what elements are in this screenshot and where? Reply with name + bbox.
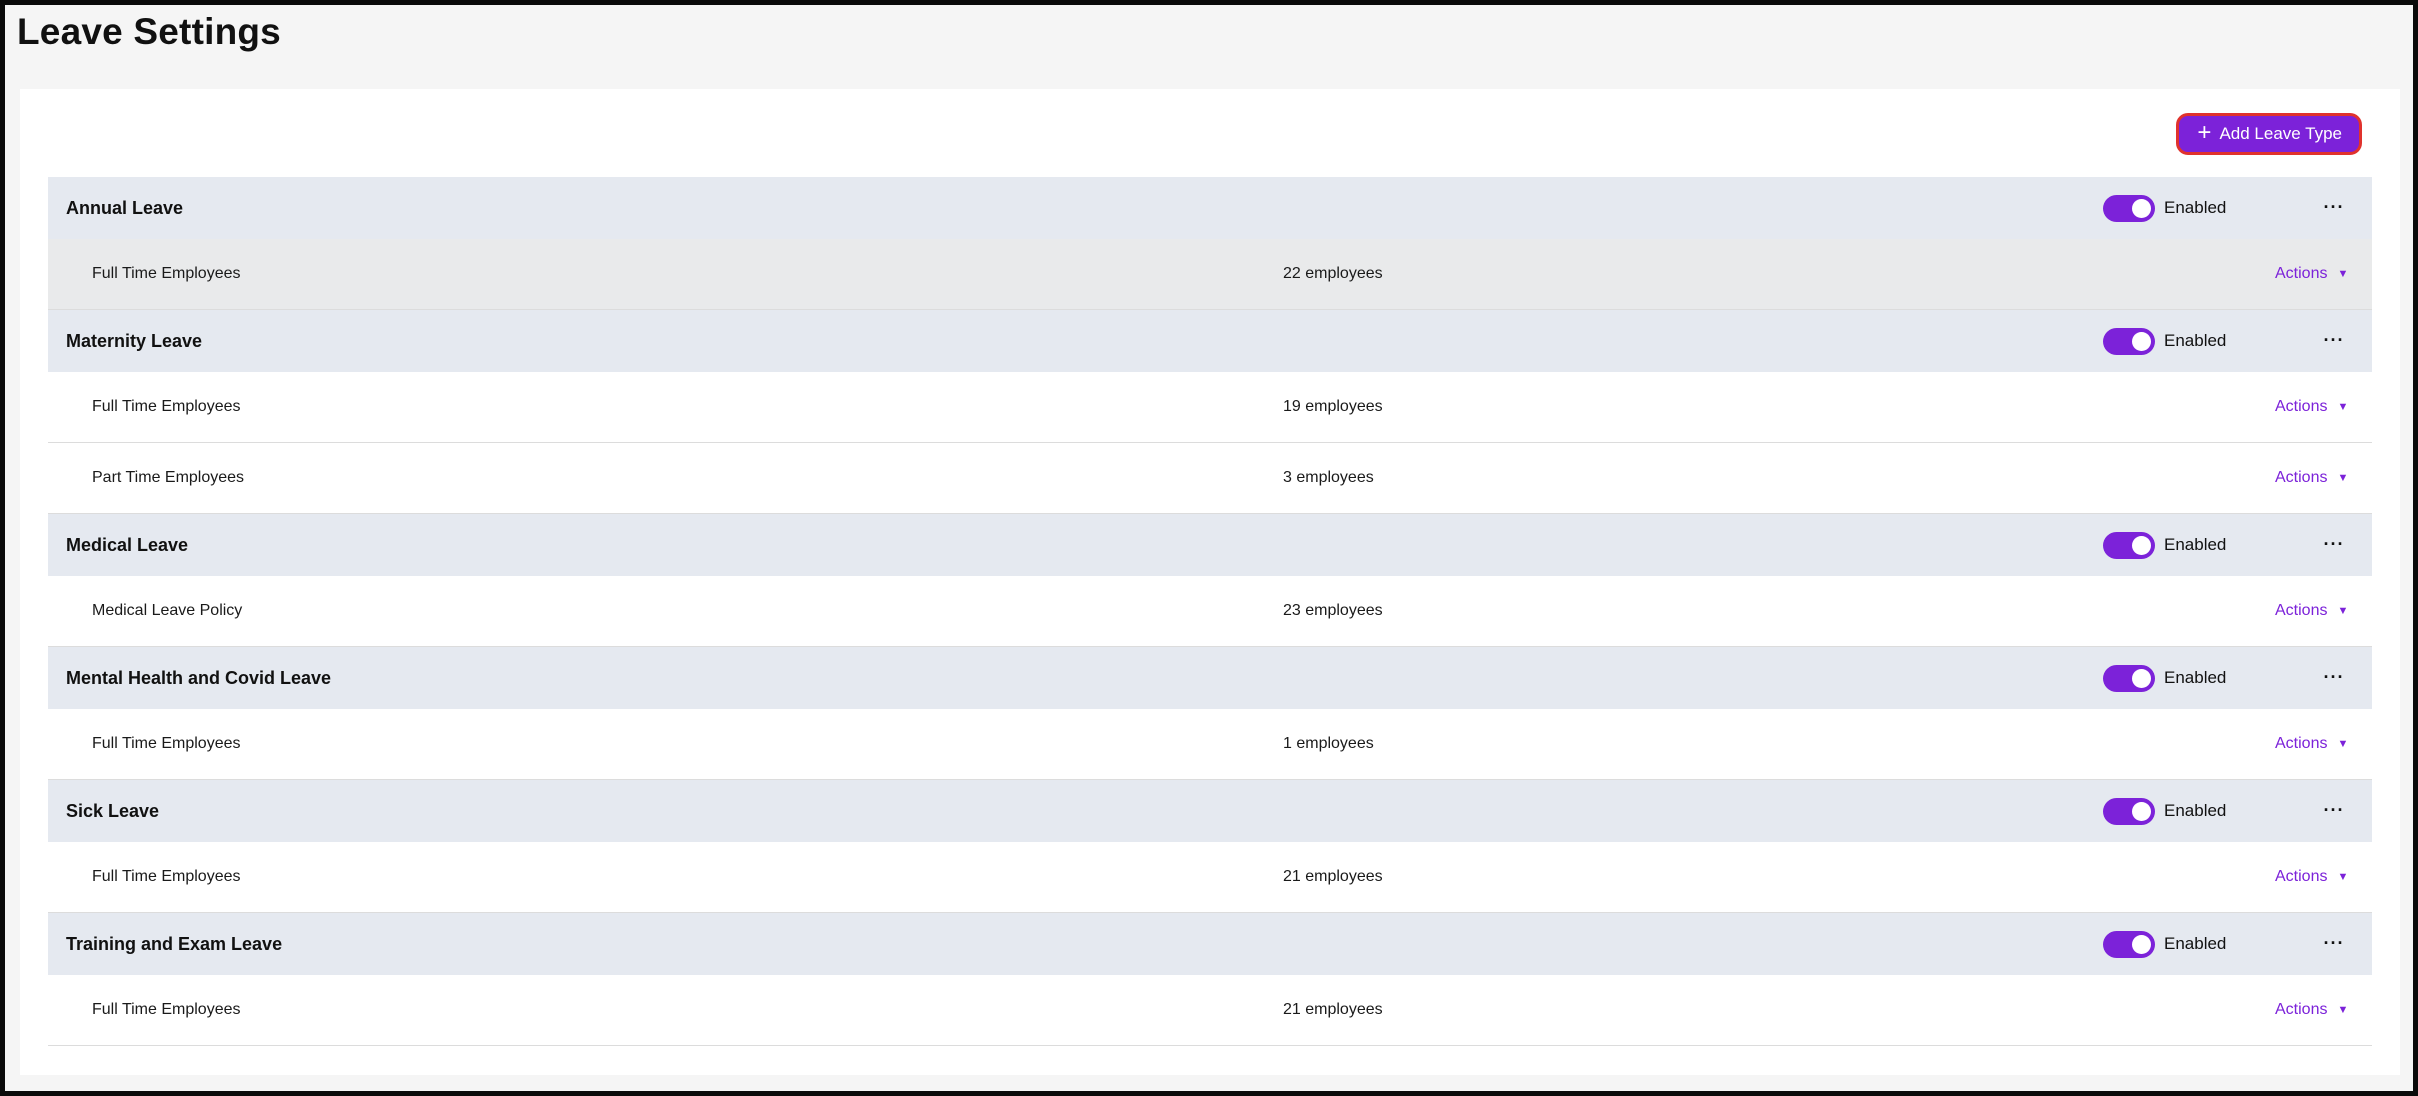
- leave-type-name: Medical Leave: [66, 534, 189, 555]
- leave-type-list: Annual Leave Enabled ··· Full Time Emplo…: [48, 177, 2372, 1046]
- policy-row: Full Time Employees 1 employees Actions …: [48, 709, 2372, 780]
- app-window: Leave Settings + Add Leave Type Annual L…: [0, 0, 2418, 1096]
- employee-count: 21 employees: [1283, 1001, 1383, 1018]
- actions-dropdown[interactable]: Actions ▼: [2275, 735, 2348, 753]
- employee-count: 23 employees: [1283, 602, 1383, 619]
- leave-type-header: Mental Health and Covid Leave Enabled ··…: [48, 647, 2372, 709]
- leave-types-card: + Add Leave Type Annual Leave Enabled ··…: [20, 89, 2400, 1075]
- caret-down-icon: ▼: [2337, 1004, 2349, 1016]
- policy-row: Medical Leave Policy 23 employees Action…: [48, 576, 2372, 647]
- leave-type-name: Mental Health and Covid Leave: [66, 667, 332, 688]
- actions-label: Actions: [2275, 735, 2328, 752]
- actions-dropdown[interactable]: Actions ▼: [2275, 265, 2348, 283]
- leave-type-name: Sick Leave: [66, 800, 160, 821]
- policy-name: Full Time Employees: [92, 265, 241, 282]
- leave-type-header: Medical Leave Enabled ···: [48, 514, 2372, 576]
- enabled-toggle[interactable]: [2103, 798, 2155, 825]
- toggle-knob: [2132, 332, 2151, 351]
- actions-dropdown[interactable]: Actions ▼: [2275, 868, 2348, 886]
- leave-type-header: Sick Leave Enabled ···: [48, 780, 2372, 842]
- policy-name: Part Time Employees: [92, 469, 245, 486]
- employee-count: 1 employees: [1283, 735, 1374, 752]
- enabled-toggle[interactable]: [2103, 532, 2155, 559]
- enabled-status-label: Enabled: [2164, 331, 2227, 350]
- enabled-status-label: Enabled: [2164, 668, 2227, 687]
- more-options-icon[interactable]: ···: [2320, 530, 2348, 558]
- employee-count: 19 employees: [1283, 398, 1383, 415]
- actions-label: Actions: [2275, 868, 2328, 885]
- enabled-status-label: Enabled: [2164, 198, 2227, 217]
- caret-down-icon: ▼: [2337, 268, 2349, 280]
- more-options-icon[interactable]: ···: [2320, 193, 2348, 221]
- employee-count: 21 employees: [1283, 868, 1383, 885]
- actions-dropdown[interactable]: Actions ▼: [2275, 398, 2348, 416]
- actions-label: Actions: [2275, 469, 2328, 486]
- enabled-toggle[interactable]: [2103, 931, 2155, 958]
- actions-label: Actions: [2275, 602, 2328, 619]
- policy-name: Full Time Employees: [92, 868, 241, 885]
- leave-type-header: Maternity Leave Enabled ···: [48, 310, 2372, 372]
- actions-label: Actions: [2275, 1001, 2328, 1018]
- caret-down-icon: ▼: [2337, 472, 2349, 484]
- toggle-knob: [2132, 199, 2151, 218]
- more-options-icon[interactable]: ···: [2320, 796, 2348, 824]
- caret-down-icon: ▼: [2337, 738, 2349, 750]
- enabled-status-label: Enabled: [2164, 535, 2227, 554]
- actions-dropdown[interactable]: Actions ▼: [2275, 1001, 2348, 1019]
- page-title: Leave Settings: [17, 11, 281, 52]
- more-options-icon[interactable]: ···: [2320, 929, 2348, 957]
- caret-down-icon: ▼: [2337, 401, 2349, 413]
- actions-label: Actions: [2275, 398, 2328, 415]
- enabled-toggle[interactable]: [2103, 665, 2155, 692]
- enabled-status-label: Enabled: [2164, 801, 2227, 820]
- add-leave-type-label: Add Leave Type: [2219, 124, 2342, 143]
- policy-name: Full Time Employees: [92, 398, 241, 415]
- policy-row: Part Time Employees 3 employees Actions …: [48, 443, 2372, 514]
- leave-type-header: Annual Leave Enabled ···: [48, 177, 2372, 239]
- policy-name: Full Time Employees: [92, 735, 241, 752]
- enabled-toggle[interactable]: [2103, 328, 2155, 355]
- employee-count: 22 employees: [1283, 265, 1383, 282]
- more-options-icon[interactable]: ···: [2320, 326, 2348, 354]
- add-leave-type-button[interactable]: + Add Leave Type: [2176, 113, 2362, 155]
- actions-dropdown[interactable]: Actions ▼: [2275, 469, 2348, 487]
- policy-row: Full Time Employees 21 employees Actions…: [48, 975, 2372, 1046]
- toggle-knob: [2132, 536, 2151, 555]
- policy-row: Full Time Employees 22 employees Actions…: [48, 239, 2372, 310]
- caret-down-icon: ▼: [2337, 605, 2349, 617]
- toggle-knob: [2132, 669, 2151, 688]
- leave-type-name: Maternity Leave: [66, 330, 203, 351]
- employee-count: 3 employees: [1283, 469, 1374, 486]
- leave-type-name: Annual Leave: [66, 197, 184, 218]
- plus-icon: +: [2197, 119, 2212, 146]
- policy-row: Full Time Employees 21 employees Actions…: [48, 842, 2372, 913]
- enabled-toggle[interactable]: [2103, 195, 2155, 222]
- leave-type-name: Training and Exam Leave: [66, 933, 283, 954]
- toggle-knob: [2132, 935, 2151, 954]
- actions-label: Actions: [2275, 265, 2328, 282]
- more-options-icon[interactable]: ···: [2320, 663, 2348, 691]
- policy-name: Full Time Employees: [92, 1001, 241, 1018]
- policy-name: Medical Leave Policy: [92, 602, 243, 619]
- actions-dropdown[interactable]: Actions ▼: [2275, 602, 2348, 620]
- toggle-knob: [2132, 802, 2151, 821]
- enabled-status-label: Enabled: [2164, 934, 2227, 953]
- caret-down-icon: ▼: [2337, 871, 2349, 883]
- policy-row: Full Time Employees 19 employees Actions…: [48, 372, 2372, 443]
- leave-type-header: Training and Exam Leave Enabled ···: [48, 913, 2372, 975]
